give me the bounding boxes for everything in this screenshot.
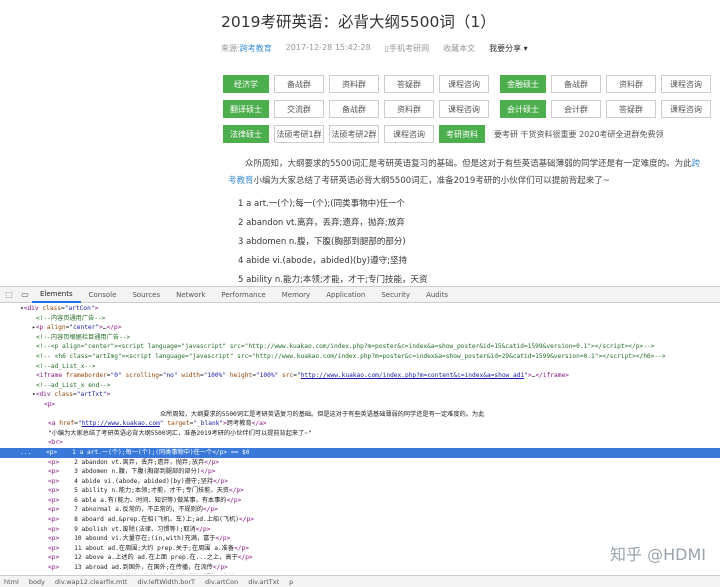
nav-link[interactable]: 会计群 xyxy=(551,100,601,118)
dom-node[interactable]: ▾<div class="artTxt"> xyxy=(0,390,720,400)
word-list-item: 3 abdomen n.腹，下腹(胸部到腿部的部分) xyxy=(238,237,406,247)
dom-node[interactable]: <p> 14 abrupt a.突然的，出其不意的;(行为等)粗鲁无礼的</p> xyxy=(0,573,720,575)
dom-node[interactable]: <p> 6 able a.有(能力、时间、知识等)做某事，有本事的</p> xyxy=(0,496,720,506)
dom-node[interactable]: <p> 7 abnormal a.反常的，不正常的，不规则的</p> xyxy=(0,505,720,515)
nav-row: 经济学 备战群 资料群 答疑群 课程咨询 金融硕士 备战群 资料群 课程咨询 xyxy=(223,75,711,93)
nav-link[interactable]: 答疑群 xyxy=(384,75,434,93)
dom-node[interactable]: "小编为大家总结了考研英语必背大纲5500词汇，准备2019考研的小伙伴们可以提… xyxy=(0,429,720,439)
nav-row: 翻译硕士 交流群 备战群 资料群 课程咨询 会计硕士 会计群 答疑群 课程咨询 xyxy=(223,100,711,118)
mobile-label: 手机考研网 xyxy=(389,44,430,53)
source: 来源:跨考教育 xyxy=(221,43,272,54)
dom-node[interactable]: ▸<p align="center">…</p> xyxy=(0,323,720,333)
devtools-tab-audits[interactable]: Audits xyxy=(418,287,456,303)
nav-link[interactable]: 课程咨询 xyxy=(439,100,489,118)
category-badge[interactable]: 会计硕士 xyxy=(500,100,546,118)
word-list-item: 2 abandon vt.离弃，丢弃;遗弃，抛弃;放弃 xyxy=(238,218,405,228)
share-label: 我要分享 xyxy=(489,44,522,53)
breadcrumb-item[interactable]: html xyxy=(4,578,19,586)
category-badge[interactable]: 考研资料 xyxy=(439,125,485,143)
devtools-tab-elements[interactable]: Elements xyxy=(32,287,81,303)
devtools-tab-console[interactable]: Console xyxy=(81,287,125,303)
publish-date: 2017-12-28 15:42:28 xyxy=(285,43,371,52)
nav-link[interactable]: 课程咨询 xyxy=(439,75,489,93)
favorite-link[interactable]: 收藏本文 xyxy=(443,43,475,54)
devtools-tab-application[interactable]: Application xyxy=(318,287,373,303)
article-title: 2019考研英语：必背大纲5500词（1） xyxy=(221,13,496,31)
nav-link[interactable]: 资料群 xyxy=(384,100,434,118)
dom-node[interactable]: <!-- <h6 class="artImg"><script language… xyxy=(0,352,720,362)
dom-node[interactable]: <p> 4 abide vi.(abode，abided)(by)遵守;坚持</… xyxy=(0,477,720,487)
category-badge[interactable]: 法律硕士 xyxy=(223,125,269,143)
dom-node[interactable]: <a href="http://www.kuakao.com" target="… xyxy=(0,419,720,429)
webpage-view: 2019考研英语：必背大纲5500词（1） 来源:跨考教育 2017-12-28… xyxy=(0,0,720,304)
breadcrumb-item[interactable]: div.artCon xyxy=(205,578,238,586)
intro-text-2: 小编为大家总结了考研英语必背大纲5500词汇，准备2019考研的小伙伴们可以提前… xyxy=(253,176,610,186)
dom-node[interactable]: <p> 8 aboard ad.&prep.在船(飞机、车)上;ad.上船(飞机… xyxy=(0,515,720,525)
nav-link[interactable]: 资料群 xyxy=(329,75,379,93)
dom-node[interactable]: <!--内容页通用广告--> xyxy=(0,314,720,324)
dom-node-selected[interactable]: ... <p> 1 a art.一(个);每一(个);(同类事物中)任一个</p… xyxy=(0,447,720,458)
devtools-tab-memory[interactable]: Memory xyxy=(274,287,318,303)
nav-link[interactable]: 交流群 xyxy=(274,100,324,118)
nav-link[interactable]: 课程咨询 xyxy=(661,100,711,118)
word-list-item: 1 a art.一(个);每一(个);(同类事物中)任一个 xyxy=(238,199,405,209)
nav-link[interactable]: 课程咨询 xyxy=(661,75,711,93)
dom-node[interactable]: <!--ad_List_x end--> xyxy=(0,381,720,391)
chevron-down-icon: ▾ xyxy=(523,44,528,53)
nav-link[interactable]: 课程咨询 xyxy=(384,125,434,143)
breadcrumb-item[interactable]: div.leftWidth.borT xyxy=(137,578,195,586)
dom-node[interactable]: <!--<p align="center"><script language="… xyxy=(0,342,720,352)
dom-node[interactable]: <p> 9 abolish vt.废除(法律、习惯等);取消</p> xyxy=(0,525,720,535)
category-badge[interactable]: 金融硕士 xyxy=(500,75,546,93)
word-list-item: 4 abide vi.(abode，abided)(by)遵守;坚持 xyxy=(238,256,407,266)
devtools-tab-network[interactable]: Network xyxy=(168,287,213,303)
share-dropdown[interactable]: 我要分享 ▾ xyxy=(489,43,528,54)
nav-link[interactable]: 备战群 xyxy=(274,75,324,93)
dom-node[interactable]: ▾<div class="artCon"> xyxy=(0,304,720,314)
breadcrumb-item[interactable]: div.artTxt xyxy=(248,578,279,586)
nav-row: 法律硕士 法硕考研1群 法硕考研2群 课程咨询 考研资料 要考研 干货资料很重要 2020… xyxy=(223,125,705,143)
breadcrumb-item[interactable]: body xyxy=(29,578,45,586)
dom-node[interactable]: <p> 5 ability n.能力;本领;才能，才干;专门技能，天资</p> xyxy=(0,486,720,496)
nav-link[interactable]: 备战群 xyxy=(551,75,601,93)
intro-text-1: 众所周知，大纲要求的5500词汇是考研英语复习的基础。但是这对于有些英语基础薄弱… xyxy=(245,159,692,169)
zhihu-watermark: 知乎 @HDMI xyxy=(610,545,706,564)
category-link-grid: 经济学 备战群 资料群 答疑群 课程咨询 金融硕士 备战群 资料群 课程咨询 翻译硕士 交流群 备战群… xyxy=(223,75,711,150)
nav-link[interactable]: 答疑群 xyxy=(606,100,656,118)
dom-node[interactable]: <p> 3 abdomen n.腹，下腹(胸部到腿部的部分)</p> xyxy=(0,467,720,477)
nav-link[interactable]: 要考研 干货资料很重要 2020考研全进群免费领 xyxy=(490,125,663,143)
dom-tree: ▾<div class="artCon"> <!--内容页通用广告--> ▸<p a… xyxy=(0,304,720,574)
dom-breadcrumb: html body div.wap12.clearfix.mtt div.leftWi… xyxy=(0,575,720,587)
devtools-tab-security[interactable]: Security xyxy=(373,287,418,303)
nav-link[interactable]: 备战群 xyxy=(329,100,379,118)
inspect-element-icon[interactable]: ⬚ xyxy=(2,289,16,301)
dom-node[interactable]: <br> xyxy=(0,438,720,448)
device-toolbar-icon[interactable]: ▭ xyxy=(18,289,32,301)
dom-node[interactable]: 众所周知，大纲要求的5500词汇是考研英语复习的基础。但是这对于有些英语基础薄弱… xyxy=(0,410,720,420)
nav-link[interactable]: 法硕考研2群 xyxy=(329,125,379,143)
dom-node[interactable]: <p> 2 abandon vt.离弃，丢弃;遗弃，抛弃;放弃</p> xyxy=(0,458,720,468)
breadcrumb-item[interactable]: div.wap12.clearfix.mtt xyxy=(55,578,128,586)
mobile-link[interactable]: ▯手机考研网 xyxy=(385,43,429,54)
category-badge[interactable]: 翻译硕士 xyxy=(223,100,269,118)
devtools-tab-bar: ⬚ ▭ Elements Console Sources Network Perform… xyxy=(0,287,720,303)
devtools-tab-performance[interactable]: Performance xyxy=(213,287,273,303)
devtools-tab-sources[interactable]: Sources xyxy=(124,287,168,303)
nav-link[interactable]: 资料群 xyxy=(606,75,656,93)
source-label: 来源: xyxy=(221,44,240,53)
article-intro: 众所周知，大纲要求的5500词汇是考研英语复习的基础。但是这对于有些英语基础薄弱… xyxy=(228,156,708,190)
source-link[interactable]: 跨考教育 xyxy=(240,44,272,53)
dom-node[interactable]: <p> xyxy=(0,400,720,410)
dom-node[interactable]: <!--ad_List_x--> xyxy=(0,362,720,372)
breadcrumb-item[interactable]: p xyxy=(289,578,293,586)
nav-link[interactable]: 法硕考研1群 xyxy=(274,125,324,143)
article-meta: 来源:跨考教育 2017-12-28 15:42:28 ▯手机考研网 收藏本文 … xyxy=(221,43,528,54)
dom-node[interactable]: <!--内容页根据栏目通用广告--> xyxy=(0,333,720,343)
dom-node[interactable]: <iframe frameborder="0" scrolling="no" w… xyxy=(0,371,720,381)
category-badge[interactable]: 经济学 xyxy=(223,75,269,93)
